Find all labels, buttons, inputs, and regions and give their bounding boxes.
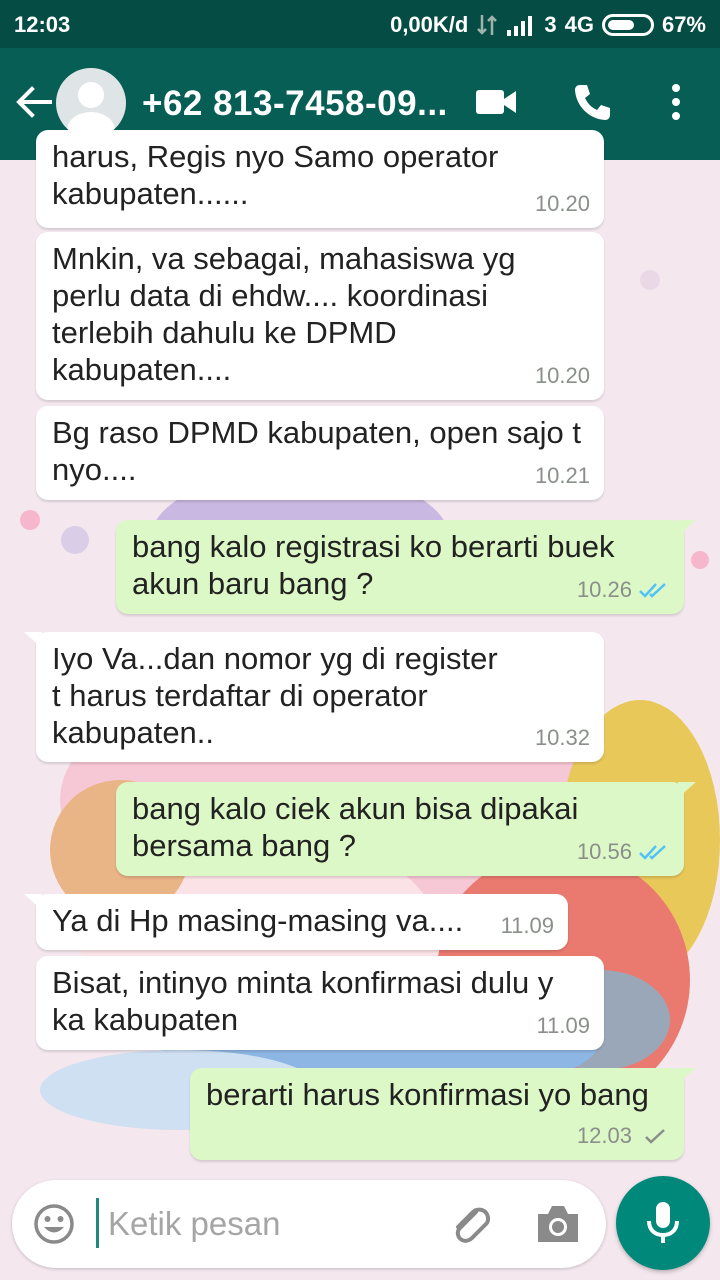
message-bubble[interactable]: bang kalo ciek akun bisa dipakai bersama… [116,782,696,876]
read-ticks-icon [639,582,666,598]
message-bubble[interactable]: bang kalo registrasi ko berarti buek aku… [116,520,696,614]
message-bubble[interactable]: berarti harus konfirmasi yo bang 12.03 [190,1068,696,1160]
message-bubble[interactable]: Bisat, intinyo minta konfirmasi dulu y k… [36,956,604,1050]
bubble-tail [24,894,42,910]
contact-name[interactable]: +62 813-7458-09... [142,84,448,124]
bubble-tail [24,632,42,648]
message-time: 10.20 [534,191,590,216]
sent-tick-icon [645,1128,665,1144]
data-transfer-icon [477,15,498,35]
message-time: 10.20 [534,363,590,388]
message-text: Mnkin, va sebagai, mahasiswa yg perlu da… [52,241,516,387]
battery-icon [601,14,654,36]
attach-icon[interactable] [446,1200,494,1248]
message-time: 10.21 [534,463,590,488]
text-cursor [96,1198,99,1248]
status-bar: 12:03 0,00K/d 3 4G 67% [0,0,720,48]
message-time: 10.26 [576,577,632,602]
message-input[interactable] [108,1202,428,1246]
phone-icon[interactable] [572,82,612,122]
message-text: Bg raso DPMD kabupaten, open sajo t nyo.… [52,415,582,487]
more-vert-icon[interactable] [664,82,688,122]
status-time: 12:03 [14,12,71,37]
avatar[interactable] [56,68,126,138]
message-time: 11.09 [536,1013,590,1038]
message-time: 12.03 [576,1123,632,1148]
camera-icon[interactable] [534,1202,582,1246]
message-text: Iyo Va...dan nomor yg di register t haru… [52,641,498,750]
video-call-icon[interactable] [474,86,518,118]
bubble-tail [678,782,696,798]
bubble-tail [678,520,696,536]
message-text: Ya di Hp masing-masing va.... [52,903,464,938]
message-bubble[interactable]: Ya di Hp masing-masing va.... 11.09 [24,894,568,950]
back-arrow-icon[interactable] [14,82,54,122]
message-text: berarti harus konfirmasi yo bang [206,1077,649,1112]
sim-indicator: 3 [544,12,557,37]
message-time: 11.09 [500,913,554,938]
signal-icon [507,16,533,36]
voice-record-button[interactable] [616,1176,710,1270]
message-time: 10.32 [534,725,590,750]
message-text: Bisat, intinyo minta konfirmasi dulu y k… [52,965,554,1037]
message-bubble[interactable]: harus, Regis nyo Samo operator kabupaten… [36,130,604,228]
message-text: harus, Regis nyo Samo operator kabupaten… [52,139,499,211]
message-bubble[interactable]: Iyo Va...dan nomor yg di register t haru… [24,632,604,762]
read-ticks-icon [639,844,666,860]
message-time: 10.56 [576,839,632,864]
battery-percent: 67% [661,12,706,37]
emoji-icon[interactable] [32,1202,76,1246]
mic-icon [647,1202,679,1243]
message-bubble[interactable]: Mnkin, va sebagai, mahasiswa yg perlu da… [36,232,604,400]
network-type: 4G [564,12,594,37]
bubble-tail [678,1068,696,1084]
network-speed: 0,00K/d [390,12,469,37]
message-bubble[interactable]: Bg raso DPMD kabupaten, open sajo t nyo.… [36,406,604,500]
message-composer [12,1180,606,1268]
